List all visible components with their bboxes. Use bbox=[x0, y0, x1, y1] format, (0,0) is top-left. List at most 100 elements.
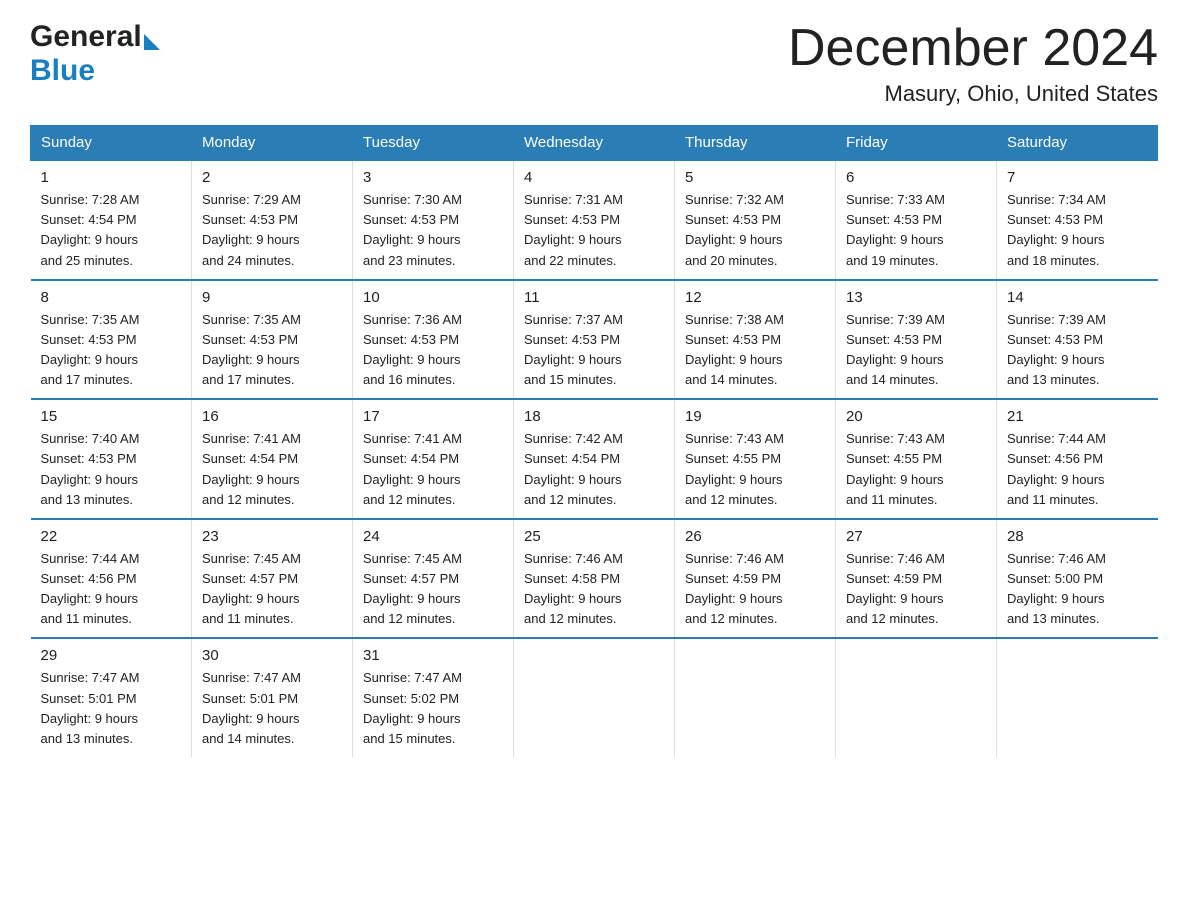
logo: General Blue bbox=[30, 20, 160, 88]
daylight-line2: and 12 minutes. bbox=[846, 611, 939, 626]
day-number: 17 bbox=[363, 408, 503, 425]
header-thursday: Thursday bbox=[675, 126, 836, 161]
day-number: 16 bbox=[202, 408, 342, 425]
sunset-line: Sunset: 4:56 PM bbox=[1007, 451, 1103, 466]
sunrise-line: Sunrise: 7:34 AM bbox=[1007, 192, 1106, 207]
table-row: 8 Sunrise: 7:35 AM Sunset: 4:53 PM Daylight… bbox=[31, 280, 192, 400]
daylight-line1: Daylight: 9 hours bbox=[41, 352, 139, 367]
day-number: 11 bbox=[524, 289, 664, 306]
calendar-week-row: 8Sunrise: 7:35 AMSunset: 4:53 PMDaylight… bbox=[31, 280, 1158, 400]
day-info: Sunrise: 7:38 AMSunset: 4:53 PMDaylight:… bbox=[685, 310, 825, 391]
table-row bbox=[675, 638, 836, 757]
day-number: 10 bbox=[363, 289, 503, 306]
sunrise-line: Sunrise: 7:46 AM bbox=[1007, 551, 1106, 566]
table-row: 10Sunrise: 7:36 AMSunset: 4:53 PMDayligh… bbox=[353, 280, 514, 400]
sunset-line: Sunset: 4:55 PM bbox=[685, 451, 781, 466]
table-row: 26Sunrise: 7:46 AMSunset: 4:59 PMDayligh… bbox=[675, 519, 836, 639]
daylight-line2: and 12 minutes. bbox=[363, 492, 456, 507]
sunrise-line: Sunrise: 7:35 AM bbox=[41, 312, 140, 327]
day-info: Sunrise: 7:35 AMSunset: 4:53 PMDaylight:… bbox=[202, 310, 342, 391]
daylight-line2: and 15 minutes. bbox=[524, 372, 617, 387]
sunrise-line: Sunrise: 7:47 AM bbox=[363, 670, 462, 685]
table-row: 12Sunrise: 7:38 AMSunset: 4:53 PMDayligh… bbox=[675, 280, 836, 400]
daylight-line1: Daylight: 9 hours bbox=[41, 591, 139, 606]
day-number: 22 bbox=[41, 528, 182, 545]
daylight-line2: and 11 minutes. bbox=[1007, 492, 1099, 507]
day-number: 24 bbox=[363, 528, 503, 545]
table-row: 25Sunrise: 7:46 AMSunset: 4:58 PMDayligh… bbox=[514, 519, 675, 639]
sunset-line: Sunset: 4:53 PM bbox=[846, 212, 942, 227]
sunrise-line: Sunrise: 7:33 AM bbox=[846, 192, 945, 207]
daylight-line2: and 12 minutes. bbox=[524, 492, 617, 507]
daylight-line1: Daylight: 9 hours bbox=[363, 352, 461, 367]
daylight-line2: and 14 minutes. bbox=[846, 372, 939, 387]
table-row: 2 Sunrise: 7:29 AMSunset: 4:53 PMDaylight… bbox=[192, 160, 353, 280]
sunrise-line: Sunrise: 7:35 AM bbox=[202, 312, 301, 327]
daylight-line1: Daylight: 9 hours bbox=[202, 711, 300, 726]
sunset-line: Sunset: 4:53 PM bbox=[524, 212, 620, 227]
daylight-line2: and 17 minutes. bbox=[41, 372, 134, 387]
table-row: 14Sunrise: 7:39 AMSunset: 4:53 PMDayligh… bbox=[997, 280, 1158, 400]
day-info: Sunrise: 7:39 AMSunset: 4:53 PMDaylight:… bbox=[846, 310, 986, 391]
table-row: 9 Sunrise: 7:35 AMSunset: 4:53 PMDaylight… bbox=[192, 280, 353, 400]
table-row: 5Sunrise: 7:32 AMSunset: 4:53 PMDaylight… bbox=[675, 160, 836, 280]
sunset-line: Sunset: 4:55 PM bbox=[846, 451, 942, 466]
daylight-line2: and 13 minutes. bbox=[41, 492, 134, 507]
table-row: 3Sunrise: 7:30 AMSunset: 4:53 PMDaylight… bbox=[353, 160, 514, 280]
sunset-line: Sunset: 5:01 PM bbox=[41, 691, 137, 706]
daylight-line2: and 23 minutes. bbox=[363, 253, 456, 268]
calendar-week-row: 15Sunrise: 7:40 AMSunset: 4:53 PMDayligh… bbox=[31, 399, 1158, 519]
daylight-line1: Daylight: 9 hours bbox=[846, 232, 944, 247]
day-info: Sunrise: 7:29 AMSunset: 4:53 PMDaylight:… bbox=[202, 190, 342, 271]
sunrise-line: Sunrise: 7:39 AM bbox=[1007, 312, 1106, 327]
day-number: 29 bbox=[41, 647, 182, 664]
daylight-line2: and 13 minutes. bbox=[1007, 372, 1100, 387]
table-row bbox=[997, 638, 1158, 757]
calendar-header-row: Sunday Monday Tuesday Wednesday Thursday… bbox=[31, 126, 1158, 161]
daylight-line1: Daylight: 9 hours bbox=[685, 232, 783, 247]
day-number: 8 bbox=[41, 289, 182, 306]
sunset-line: Sunset: 5:01 PM bbox=[202, 691, 298, 706]
sunrise-line: Sunrise: 7:46 AM bbox=[846, 551, 945, 566]
header-friday: Friday bbox=[836, 126, 997, 161]
daylight-line1: Daylight: 9 hours bbox=[685, 591, 783, 606]
sunrise-line: Sunrise: 7:45 AM bbox=[363, 551, 462, 566]
sunset-line: Sunset: 4:53 PM bbox=[41, 332, 137, 347]
sunrise-line: Sunrise: 7:40 AM bbox=[41, 431, 140, 446]
daylight-line2: and 18 minutes. bbox=[1007, 253, 1100, 268]
daylight-line1: Daylight: 9 hours bbox=[1007, 472, 1105, 487]
table-row: 24Sunrise: 7:45 AMSunset: 4:57 PMDayligh… bbox=[353, 519, 514, 639]
day-info: Sunrise: 7:43 AMSunset: 4:55 PMDaylight:… bbox=[685, 429, 825, 510]
sunrise-line: Sunrise: 7:31 AM bbox=[524, 192, 623, 207]
sunrise-line: Sunrise: 7:44 AM bbox=[41, 551, 140, 566]
daylight-line2: and 22 minutes. bbox=[524, 253, 617, 268]
sunset-line: Sunset: 4:53 PM bbox=[363, 332, 459, 347]
daylight-line2: and 13 minutes. bbox=[1007, 611, 1100, 626]
daylight-line2: and 11 minutes. bbox=[846, 492, 938, 507]
day-info: Sunrise: 7:46 AMSunset: 5:00 PMDaylight:… bbox=[1007, 549, 1148, 630]
day-info: Sunrise: 7:46 AMSunset: 4:59 PMDaylight:… bbox=[685, 549, 825, 630]
daylight-line1: Daylight: 9 hours bbox=[41, 472, 139, 487]
day-number: 9 bbox=[202, 289, 342, 306]
sunrise-line: Sunrise: 7:43 AM bbox=[685, 431, 784, 446]
table-row: 20Sunrise: 7:43 AMSunset: 4:55 PMDayligh… bbox=[836, 399, 997, 519]
day-number: 31 bbox=[363, 647, 503, 664]
table-row: 31Sunrise: 7:47 AMSunset: 5:02 PMDayligh… bbox=[353, 638, 514, 757]
day-number: 27 bbox=[846, 528, 986, 545]
sunrise-line: Sunrise: 7:47 AM bbox=[41, 670, 140, 685]
daylight-line1: Daylight: 9 hours bbox=[363, 232, 461, 247]
daylight-line1: Daylight: 9 hours bbox=[846, 472, 944, 487]
day-info: Sunrise: 7:30 AMSunset: 4:53 PMDaylight:… bbox=[363, 190, 503, 271]
sunrise-line: Sunrise: 7:29 AM bbox=[202, 192, 301, 207]
day-info: Sunrise: 7:40 AMSunset: 4:53 PMDaylight:… bbox=[41, 429, 182, 510]
calendar-location: Masury, Ohio, United States bbox=[788, 81, 1158, 107]
day-info: Sunrise: 7:44 AMSunset: 4:56 PMDaylight:… bbox=[41, 549, 182, 630]
sunset-line: Sunset: 4:54 PM bbox=[41, 212, 137, 227]
day-number: 2 bbox=[202, 169, 342, 186]
daylight-line2: and 12 minutes. bbox=[524, 611, 617, 626]
day-info: Sunrise: 7:34 AMSunset: 4:53 PMDaylight:… bbox=[1007, 190, 1148, 271]
sunset-line: Sunset: 4:53 PM bbox=[524, 332, 620, 347]
logo-general-text: General bbox=[30, 20, 142, 54]
sunset-line: Sunset: 4:54 PM bbox=[202, 451, 298, 466]
table-row: 17Sunrise: 7:41 AMSunset: 4:54 PMDayligh… bbox=[353, 399, 514, 519]
